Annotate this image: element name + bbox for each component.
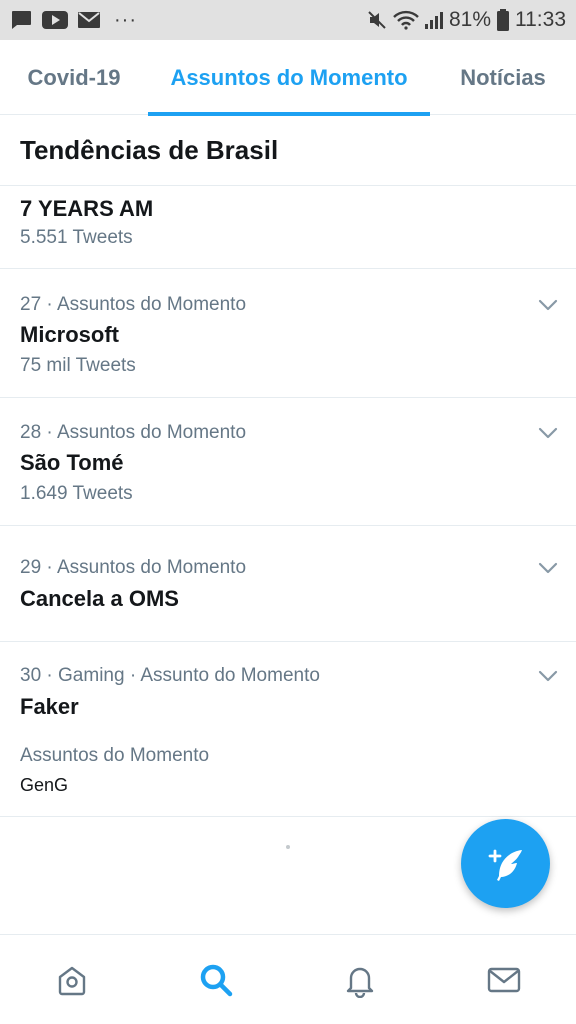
trend-item[interactable]: 30 · Gaming · Assunto do Momento Faker A… <box>0 642 576 817</box>
email-icon <box>78 12 100 28</box>
wifi-icon <box>393 10 419 30</box>
section-title: Tendências de Brasil <box>20 135 279 165</box>
chevron-down-icon[interactable] <box>538 426 558 440</box>
trend-item[interactable]: 28 · Assuntos do Momento São Tomé 1.649 … <box>0 398 576 526</box>
chevron-down-icon[interactable] <box>538 669 558 683</box>
trend-name: Microsoft <box>20 322 119 347</box>
trend-meta: 28 · Assuntos do Momento <box>20 422 247 443</box>
trend-item[interactable]: 29 · Assuntos do Momento Cancela a OMS <box>0 526 576 642</box>
nav-home[interactable] <box>0 935 144 1024</box>
mute-icon <box>367 10 387 30</box>
youtube-icon <box>42 11 68 29</box>
notifications-bell-icon <box>346 967 374 998</box>
trend-tweet-count: 5.551 Tweets <box>20 227 133 248</box>
trend-tweet-count: 1.649 Tweets <box>20 483 133 504</box>
battery-percent: 81% <box>448 8 491 31</box>
tab-assuntos-do-momento[interactable]: Assuntos do Momento <box>148 40 430 116</box>
nav-search[interactable] <box>144 935 288 1024</box>
trend-tweet-count: 75 mil Tweets <box>20 355 136 376</box>
trend-item[interactable]: 7 YEARS AM 5.551 Tweets <box>0 187 576 269</box>
chat-notification-icon <box>10 10 32 30</box>
status-overflow-dots: ··· <box>114 8 137 31</box>
related-trend-link[interactable]: GenG <box>20 775 68 796</box>
home-icon <box>58 966 86 995</box>
trend-name: Cancela a OMS <box>20 586 179 611</box>
nav-notifications[interactable] <box>288 935 432 1024</box>
trend-item[interactable]: 27 · Assuntos do Momento Microsoft 75 mi… <box>0 270 576 398</box>
status-bar: ··· 81% 11:33 <box>0 0 576 40</box>
explore-tabs: Covid-19 Assuntos do Momento Notícias <box>0 40 576 116</box>
compose-tweet-button[interactable] <box>461 819 550 908</box>
tab-covid-19[interactable]: Covid-19 <box>0 40 148 115</box>
chevron-down-icon[interactable] <box>538 298 558 312</box>
trend-name: 7 YEARS AM <box>20 196 154 221</box>
status-left-icons: ··· <box>10 9 137 32</box>
tab-label: Covid-19 <box>27 64 121 90</box>
signal-icon <box>424 11 443 29</box>
tab-noticias[interactable]: Notícias <box>430 40 576 115</box>
compose-tweet-icon <box>488 849 522 881</box>
trend-meta: 30 · Gaming · Assunto do Momento <box>20 665 320 686</box>
status-right-icons: 81% 11:33 <box>367 8 566 32</box>
bottom-navigation <box>0 934 576 1024</box>
battery-icon <box>497 9 509 31</box>
trend-meta: 27 · Assuntos do Momento <box>20 294 247 315</box>
tab-label: Notícias <box>460 64 546 90</box>
loading-indicator <box>286 845 290 849</box>
section-header: Tendências de Brasil <box>0 116 576 186</box>
trend-name: Faker <box>20 694 79 719</box>
messages-envelope-icon <box>487 967 521 992</box>
nav-messages[interactable] <box>432 935 576 1024</box>
search-icon <box>200 964 233 996</box>
chevron-down-icon[interactable] <box>538 561 558 575</box>
tab-label: Assuntos do Momento <box>170 64 408 90</box>
related-trend-label: Assuntos do Momento <box>20 745 210 766</box>
trend-meta: 29 · Assuntos do Momento <box>20 557 247 578</box>
trend-name: São Tomé <box>20 450 124 475</box>
clock: 11:33 <box>515 8 566 31</box>
